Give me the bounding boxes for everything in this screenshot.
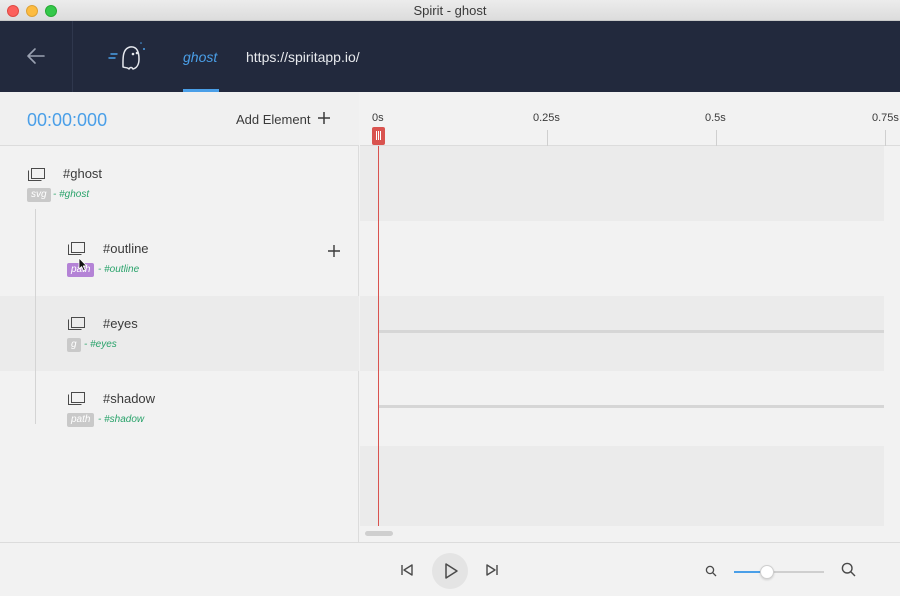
tick-label: 0.5s xyxy=(705,112,726,124)
layers-icon[interactable] xyxy=(68,317,85,330)
element-id: - #shadow xyxy=(98,414,145,425)
zoom-out-icon xyxy=(705,565,717,577)
track-outline[interactable] xyxy=(360,221,884,296)
element-row-eyes[interactable]: #eyes g - #eyes xyxy=(0,296,359,371)
track-bar[interactable] xyxy=(378,405,884,408)
element-panel: 00:00:000 Add Element #ghost svg - #ghos… xyxy=(0,92,359,542)
track-bar[interactable] xyxy=(378,330,884,333)
layers-icon[interactable] xyxy=(28,168,45,181)
playback-bar xyxy=(0,542,900,596)
timeline-panel: 0s 0.25s 0.5s 0.75s xyxy=(360,92,900,542)
element-id: - #eyes xyxy=(84,339,117,350)
project-url[interactable]: https://spiritapp.io/ xyxy=(246,49,360,65)
timecode-display: 00:00:000 xyxy=(27,110,108,130)
playhead-handle[interactable] xyxy=(372,127,385,145)
zoom-slider-knob[interactable] xyxy=(760,565,775,579)
skip-back-icon xyxy=(401,564,413,576)
element-id: - #ghost xyxy=(53,189,90,200)
element-id: - #outline xyxy=(98,264,140,275)
timeline-tracks xyxy=(360,146,884,526)
ghost-logo-icon xyxy=(106,37,150,77)
skip-back-button[interactable] xyxy=(399,563,415,582)
zoom-in-button[interactable] xyxy=(841,562,856,582)
layers-icon[interactable] xyxy=(68,392,85,405)
add-element-plus-icon[interactable] xyxy=(316,110,332,126)
element-tag-badge: g xyxy=(67,338,81,352)
header-divider xyxy=(72,21,73,92)
element-row-shadow[interactable]: #shadow path - #shadow xyxy=(0,371,359,446)
track-eyes[interactable] xyxy=(360,296,884,371)
vertical-scrollbar[interactable] xyxy=(884,146,900,526)
tick-label: 0.25s xyxy=(533,112,560,124)
element-name: #ghost xyxy=(63,166,103,181)
window-titlebar: Spirit - ghost xyxy=(0,0,900,21)
tick-mark xyxy=(885,130,886,146)
tick-mark xyxy=(547,130,548,146)
layers-icon[interactable] xyxy=(68,242,85,255)
play-button[interactable] xyxy=(432,553,468,589)
timeline-ruler[interactable]: 0s 0.25s 0.5s 0.75s xyxy=(360,92,900,146)
play-icon xyxy=(445,563,458,579)
element-name: #shadow xyxy=(103,391,156,406)
zoom-slider[interactable] xyxy=(734,565,824,579)
tree-guide-line xyxy=(35,209,36,424)
tick-mark xyxy=(716,130,717,146)
tick-label: 0s xyxy=(372,112,384,124)
tab-ghost-label: ghost xyxy=(183,49,218,65)
tick-label: 0.75s xyxy=(872,112,899,124)
zoom-out-button[interactable] xyxy=(705,564,717,582)
element-tag-badge: path xyxy=(67,413,95,427)
playhead-line xyxy=(378,146,379,526)
back-button[interactable] xyxy=(22,44,50,68)
add-element-button[interactable]: Add Element xyxy=(236,112,310,127)
arrow-left-icon xyxy=(27,48,45,64)
element-tag-badge: svg xyxy=(27,188,51,202)
mouse-cursor-icon xyxy=(78,257,88,272)
skip-forward-icon xyxy=(486,564,498,576)
tab-ghost[interactable]: ghost xyxy=(183,21,219,92)
element-name: #eyes xyxy=(103,316,138,331)
element-row-outline[interactable]: #outline path - #outline xyxy=(0,221,359,296)
add-child-plus-icon[interactable] xyxy=(327,244,341,258)
skip-forward-button[interactable] xyxy=(484,563,500,582)
element-name: #outline xyxy=(103,241,149,256)
app-header: ghost https://spiritapp.io/ xyxy=(0,21,900,92)
zoom-in-icon xyxy=(841,562,856,577)
track-shadow[interactable] xyxy=(360,371,884,446)
horizontal-scrollbar-thumb[interactable] xyxy=(365,531,393,536)
track-empty xyxy=(360,446,884,521)
element-panel-header: 00:00:000 Add Element xyxy=(0,92,359,146)
window-title: Spirit - ghost xyxy=(413,3,487,18)
element-row-ghost[interactable]: #ghost svg - #ghost xyxy=(0,146,359,221)
